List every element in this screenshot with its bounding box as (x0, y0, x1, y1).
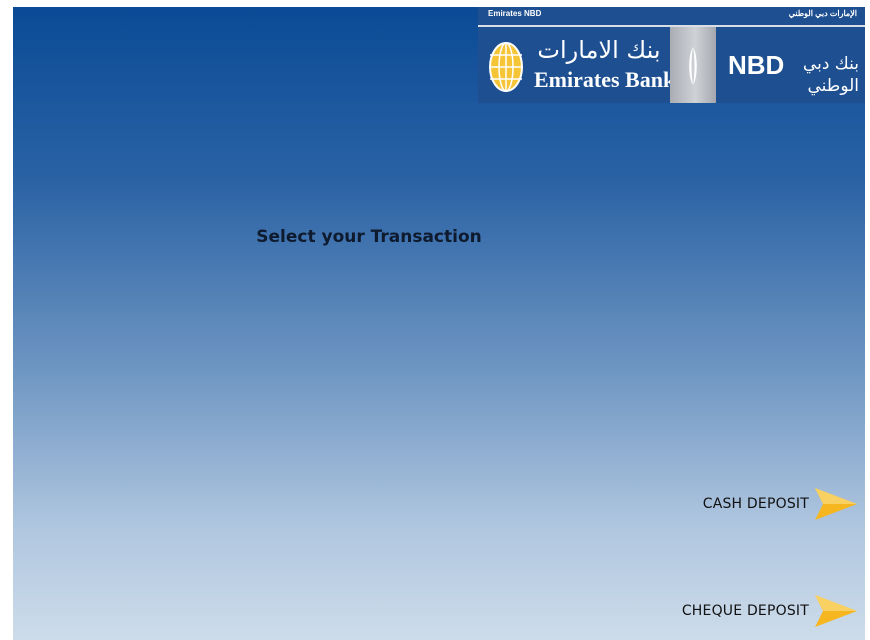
bank-logo-banner: Emirates NBD الإمارات دبي الوطني بنك الا… (478, 7, 865, 103)
logo-top-right-text: الإمارات دبي الوطني (788, 9, 857, 18)
emirates-bank-arabic-name: بنك الامارات (537, 36, 661, 64)
cheque-deposit-label: CHEQUE DEPOSIT (681, 603, 809, 619)
nbd-logo-mark-icon (689, 47, 697, 85)
globe-logo-icon (489, 42, 523, 92)
cash-deposit-label: CASH DEPOSIT (702, 496, 809, 512)
logo-top-left-text: Emirates NBD (488, 9, 542, 18)
arrow-right-icon[interactable] (815, 593, 857, 629)
arrow-right-icon[interactable] (815, 486, 857, 522)
nbd-arabic-name: بنك دبي الوطني (802, 54, 859, 96)
logo-top-bar: Emirates NBD الإمارات دبي الوطني (478, 7, 865, 23)
cash-deposit-option[interactable]: CASH DEPOSIT (703, 484, 857, 524)
atm-screen: Emirates NBD الإمارات دبي الوطني بنك الا… (13, 7, 865, 640)
nbd-name: NBD (728, 50, 785, 80)
screen-title: Select your Transaction (256, 227, 482, 247)
emirates-bank-english-name: Emirates Bank (534, 67, 676, 92)
nbd-logo-panel (670, 27, 716, 103)
cheque-deposit-option[interactable]: CHEQUE DEPOSIT (682, 591, 857, 631)
